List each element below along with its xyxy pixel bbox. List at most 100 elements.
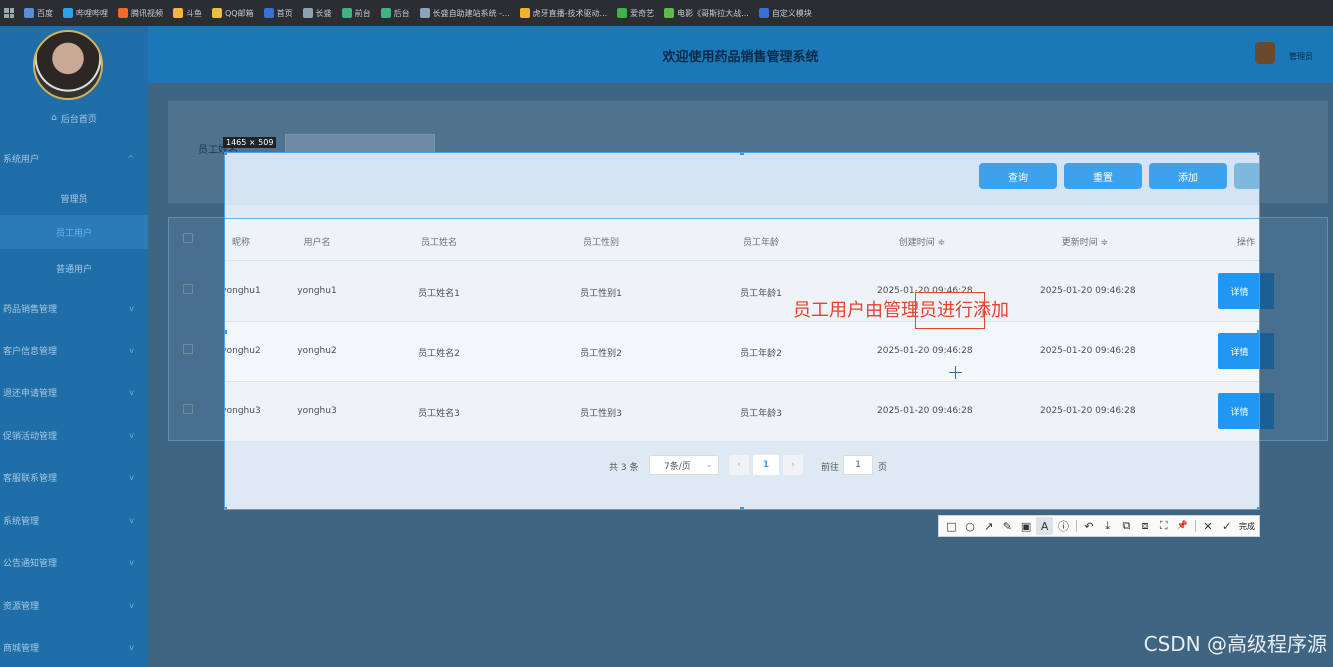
sidebar-item[interactable]: 普通用户	[0, 256, 148, 280]
sidebar-item[interactable]: 客户信息管理 v	[0, 338, 148, 362]
detail-button[interactable]: 详情	[1218, 393, 1259, 429]
bookmark-item[interactable]: 后台	[380, 8, 410, 19]
bookmark-item[interactable]: 长盛自助建站系统 -...	[419, 8, 510, 19]
column-header: 员工姓名	[420, 238, 457, 248]
done-button[interactable]: 完成	[1239, 521, 1255, 532]
screenshot-selection[interactable]: 查询 重置 添加 删除 昵称 用户名 员工姓名 员工性别 员工年龄 创建时间 ≑ 更新时间 …	[224, 152, 1260, 510]
column-header[interactable]: 更新时间 ≑	[1040, 235, 1130, 248]
check-icon[interactable]: ✓	[1218, 517, 1235, 535]
table-cell: 员工年龄3	[740, 409, 782, 419]
bookmark-label: 长盛自助建站系统 -...	[432, 8, 510, 18]
chevron-down-icon: v	[129, 472, 134, 482]
sidebar-item[interactable]: ⌂ 后台首页	[0, 106, 148, 130]
home-icon	[263, 8, 274, 18]
resize-handle[interactable]	[225, 330, 227, 334]
rectangle-icon[interactable]: □	[943, 517, 960, 535]
bookmark-item[interactable]: 哔哩哔哩	[63, 8, 108, 19]
next-page-button[interactable]: ›	[783, 455, 803, 475]
add-button[interactable]: 添加	[1149, 163, 1227, 189]
pen-icon[interactable]: ✎	[999, 517, 1016, 535]
bookmark-item[interactable]: 首页	[263, 8, 293, 19]
close-icon[interactable]: ✕	[1200, 517, 1217, 535]
vue-icon	[341, 8, 352, 18]
arrow-icon[interactable]: ↗	[980, 517, 997, 535]
sidebar-item-label: 商城管理	[3, 643, 40, 654]
row-checkbox[interactable]	[183, 284, 193, 294]
resize-handle[interactable]	[1257, 153, 1259, 155]
resize-handle[interactable]	[225, 507, 227, 509]
avatar[interactable]	[33, 30, 103, 100]
table-header: 昵称 用户名 员工姓名 员工性别 员工年龄 创建时间 ≑ 更新时间 ≑ 操作	[225, 219, 1259, 261]
sidebar-item[interactable]: 客服联系管理 v	[0, 465, 148, 489]
bookmark-item[interactable]: 自定义模块	[758, 8, 812, 19]
bookmark-label: QQ邮箱	[225, 8, 254, 18]
detail-button[interactable]: 详情	[1218, 333, 1259, 369]
undo-icon[interactable]: ↶	[1081, 517, 1098, 535]
download-icon[interactable]: ⤓	[1099, 517, 1116, 535]
reset-button[interactable]: 重置	[1064, 163, 1142, 189]
bookmark-item[interactable]: QQ邮箱	[212, 8, 254, 19]
sidebar-item[interactable]: 资源管理 v	[0, 593, 148, 617]
table-cell: yonghu3	[297, 406, 337, 416]
goto-page-input[interactable]: 1	[843, 455, 873, 475]
current-page[interactable]: 1	[753, 455, 779, 475]
bookmark-item[interactable]: 斗鱼	[173, 8, 202, 19]
table-row: yonghu2 yonghu2 员工姓名2 员工性别2 员工年龄2 2025-01-20 …	[225, 322, 1259, 382]
detail-button-edge	[1260, 273, 1274, 309]
column-header: 用户名	[303, 238, 331, 248]
sidebar-item[interactable]: 员工用户	[0, 215, 148, 249]
apps-grid-icon[interactable]	[4, 8, 14, 18]
ocr-icon[interactable]: ⧉	[1118, 517, 1135, 535]
bookmark-item[interactable]: 电影《哥斯拉大战...	[664, 8, 749, 19]
bookmark-item[interactable]: 前台	[341, 8, 371, 19]
bookmark-label: 首页	[276, 8, 293, 18]
sidebar-item[interactable]: 退还申请管理 v	[0, 380, 148, 404]
column-header: 员工性别	[582, 238, 619, 248]
bookmark-item[interactable]: 百度	[24, 8, 53, 19]
bookmark-item[interactable]: 长盛	[302, 8, 332, 19]
select-all-checkbox[interactable]	[183, 233, 193, 243]
sidebar-item-label: 系统用户	[3, 154, 40, 165]
bookmark-item[interactable]: 虎牙直播-技术驱动...	[519, 8, 607, 19]
chevron-down-icon: ⌄	[705, 460, 713, 470]
sidebar-item[interactable]: 商城管理 v	[0, 635, 148, 659]
resize-handle[interactable]	[740, 153, 744, 155]
resize-handle[interactable]	[225, 153, 227, 155]
sidebar-item[interactable]: 管理员	[0, 186, 148, 210]
bookmark-item[interactable]: 腾讯视频	[118, 8, 163, 19]
delete-button[interactable]: 删除	[1234, 163, 1259, 189]
page-icon	[419, 8, 430, 18]
annotation-box	[915, 292, 985, 329]
header: 欢迎使用药品销售管理系统 管理员	[148, 26, 1333, 83]
resize-handle[interactable]	[740, 507, 744, 509]
prev-page-button[interactable]: ‹	[729, 455, 749, 475]
bookmark-item[interactable]: 爱奇艺	[617, 8, 654, 19]
page-unit-label: 页	[878, 463, 888, 473]
bookmark-label: 腾讯视频	[131, 8, 163, 18]
sidebar-item-label: 普通用户	[55, 264, 92, 275]
row-checkbox[interactable]	[183, 404, 193, 414]
sidebar-item[interactable]: 系统管理 v	[0, 508, 148, 532]
sidebar-item[interactable]: 促销活动管理 v	[0, 423, 148, 447]
copy-icon[interactable]: ⧈	[1137, 517, 1154, 535]
scan-icon[interactable]: ⛶	[1155, 517, 1172, 535]
row-checkbox[interactable]	[183, 344, 193, 354]
resize-handle[interactable]	[1257, 507, 1259, 509]
table-cell: 员工姓名3	[418, 409, 460, 419]
ellipse-icon[interactable]: ○	[962, 517, 979, 535]
column-header[interactable]: 创建时间 ≑	[877, 235, 967, 248]
sidebar-item[interactable]: 公告通知管理 v	[0, 550, 148, 574]
number-icon[interactable]: ⓘ	[1055, 517, 1072, 535]
module-icon	[758, 8, 769, 18]
user-name[interactable]: 管理员	[1289, 51, 1313, 62]
page-size-select[interactable]: 7条/页 ⌄	[649, 455, 719, 475]
user-avatar[interactable]	[1255, 42, 1275, 64]
chevron-down-icon: v	[129, 600, 134, 610]
sidebar-item[interactable]: 系统用户 ^	[0, 146, 148, 170]
sidebar-item[interactable]: 药品销售管理 v	[0, 296, 148, 320]
mosaic-icon[interactable]: ▣	[1018, 517, 1035, 535]
query-button[interactable]: 查询	[979, 163, 1057, 189]
text-icon[interactable]: A	[1036, 517, 1054, 535]
pin-icon[interactable]: 📌	[1174, 517, 1191, 535]
detail-button[interactable]: 详情	[1218, 273, 1259, 309]
